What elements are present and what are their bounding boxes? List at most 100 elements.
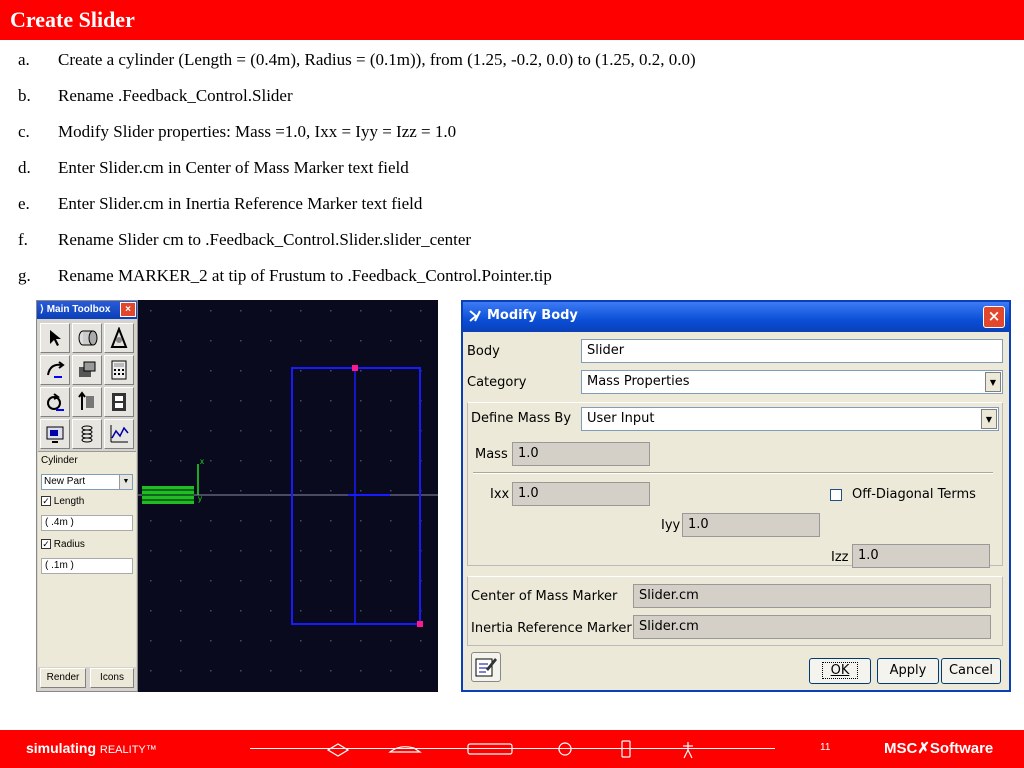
apply-button[interactable]: Apply	[877, 658, 939, 684]
person-icon	[683, 742, 693, 759]
grid-dot	[360, 520, 362, 522]
brand-swoosh-icon: ✗	[917, 740, 930, 757]
grid-dot	[180, 460, 182, 462]
step-item: b. Rename .Feedback_Control.Slider	[18, 86, 1008, 122]
grid-dot	[180, 370, 182, 372]
rigid-body-tool-button[interactable]	[72, 323, 102, 353]
apply-button-label: Apply	[889, 663, 927, 678]
animation-tool-button[interactable]	[104, 387, 134, 417]
slide-title: Create Slider	[10, 7, 135, 32]
app-logo-icon	[469, 310, 481, 322]
radius-field[interactable]: ( .1m )	[41, 558, 133, 574]
body-field[interactable]: Slider	[581, 339, 1003, 363]
step-item: f. Rename Slider cm to .Feedback_Control.…	[18, 230, 1008, 266]
grid-dot	[360, 670, 362, 672]
triad-icon	[142, 464, 199, 504]
length-field[interactable]: ( .4m )	[41, 515, 133, 531]
constraint-tool-button[interactable]	[72, 355, 102, 385]
grid-dot	[300, 310, 302, 312]
footer-tagline: simulating REALITY™	[26, 740, 157, 756]
toolbox-close-button[interactable]: ×	[120, 302, 136, 317]
define-mass-select[interactable]: User Input ▼	[581, 407, 999, 431]
grid-dot	[390, 460, 392, 462]
steps-list: a. Create a cylinder (Length = (0.4m), Ra…	[18, 50, 1008, 302]
category-value: Mass Properties	[587, 374, 690, 389]
grid-dot	[420, 310, 422, 312]
grid-dot	[270, 640, 272, 642]
grid-dot	[180, 520, 182, 522]
display-tool-button[interactable]	[40, 419, 70, 449]
off-diagonal-label: Off-Diagonal Terms	[852, 487, 976, 502]
off-diagonal-checkbox[interactable]	[830, 489, 842, 501]
grid-dot	[240, 550, 242, 552]
model-viewport[interactable]: x y	[138, 300, 438, 692]
inertia-marker-field[interactable]: Slider.cm	[633, 615, 991, 639]
grid-dot	[150, 640, 152, 642]
iyy-field[interactable]: 1.0	[682, 513, 820, 537]
bus-icon	[467, 743, 513, 755]
grid-dot	[390, 400, 392, 402]
axis-y-label: y	[198, 494, 202, 503]
grid-dot	[390, 580, 392, 582]
mass-label: Mass	[475, 447, 508, 462]
notes-button[interactable]	[471, 652, 501, 682]
pointer-icon	[50, 330, 61, 346]
tagline-bold: simulating	[26, 740, 97, 756]
length-checkbox[interactable]: ✓ Length	[41, 496, 84, 507]
grid-dot	[270, 670, 272, 672]
grid-dot	[240, 430, 242, 432]
dialog-close-button[interactable]: ×	[983, 306, 1005, 328]
select-tool-button[interactable]	[40, 323, 70, 353]
ixx-label: Ixx	[490, 487, 510, 502]
grid-dot	[240, 640, 242, 642]
grid-dot	[150, 520, 152, 522]
category-select[interactable]: Mass Properties ▼	[581, 370, 1003, 394]
grid-dot	[390, 520, 392, 522]
grid-dot	[330, 520, 332, 522]
radius-checkbox[interactable]: ✓ Radius	[41, 539, 85, 550]
step-item: g. Rename MARKER_2 at tip of Frustum to .…	[18, 266, 1008, 302]
motion-tool-button[interactable]	[40, 387, 70, 417]
dialog-title: Modify Body	[487, 308, 578, 323]
grid-dot	[150, 460, 152, 462]
step-letter: b.	[18, 86, 31, 105]
plot-tool-button[interactable]	[104, 419, 134, 449]
spring-icon	[81, 425, 93, 443]
cancel-button[interactable]: Cancel	[941, 658, 1001, 684]
ixx-field[interactable]: 1.0	[512, 482, 650, 506]
cm-marker-field[interactable]: Slider.cm	[633, 584, 991, 608]
force-tool-button[interactable]	[72, 387, 102, 417]
toolbox-title: Main Toolbox	[46, 304, 111, 315]
grid-dot	[240, 670, 242, 672]
grid-dot	[390, 640, 392, 642]
grid-dot	[330, 370, 332, 372]
plot-icon	[110, 425, 129, 443]
calculator-tool-button[interactable]	[104, 355, 134, 385]
ok-button[interactable]: OK	[809, 658, 871, 684]
joint-tool-button[interactable]	[104, 323, 134, 353]
grid-dot	[210, 400, 212, 402]
step-letter: f.	[18, 230, 28, 249]
measure-tool-button[interactable]	[40, 355, 70, 385]
grid-dot	[360, 490, 362, 492]
render-button[interactable]: Render	[40, 668, 86, 688]
grid-dot	[360, 550, 362, 552]
grid-dot	[240, 580, 242, 582]
grid-dot	[390, 610, 392, 612]
mass-field[interactable]: 1.0	[512, 442, 650, 466]
icons-button[interactable]: Icons	[90, 668, 134, 688]
izz-field[interactable]: 1.0	[852, 544, 990, 568]
grid-dot	[180, 640, 182, 642]
grid-dot	[360, 460, 362, 462]
toolbox-bottom-bar: Render Icons	[38, 666, 136, 690]
grid-dot	[270, 370, 272, 372]
calculator-icon	[111, 360, 127, 380]
grid-dot	[330, 640, 332, 642]
grid-dot	[210, 610, 212, 612]
grid-dot	[270, 430, 272, 432]
ok-button-label: OK	[821, 662, 859, 679]
grid-dot	[360, 370, 362, 372]
spring-tool-button[interactable]	[72, 419, 102, 449]
part-type-select[interactable]: New Part ▼	[41, 474, 133, 490]
slide-footer: simulating REALITY™ 11 MSC✗Software	[0, 730, 1024, 768]
